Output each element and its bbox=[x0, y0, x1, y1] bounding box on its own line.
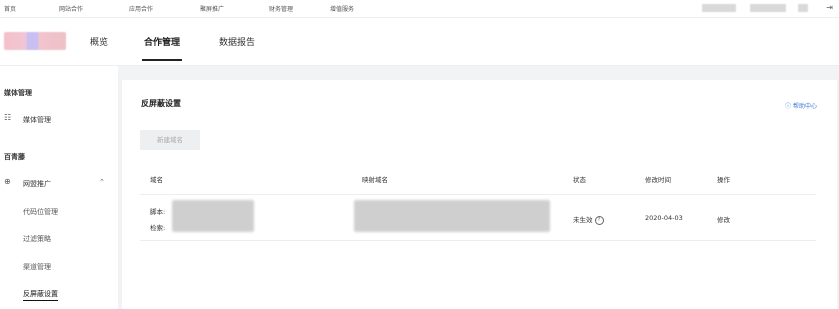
help-link-label: 帮助中心 bbox=[792, 103, 817, 110]
account-extra-redacted bbox=[798, 4, 808, 12]
topnav-finance[interactable]: 财务管理 bbox=[269, 4, 293, 13]
sidebar-item-media[interactable]: 媒体管理 bbox=[23, 115, 51, 125]
logout-icon[interactable]: ⇥ bbox=[826, 3, 833, 12]
mapped-domain-redacted bbox=[354, 200, 550, 232]
table-row-divider bbox=[140, 240, 816, 241]
header: 概览 合作管理 数据报告 bbox=[0, 18, 839, 66]
media-icon: ☷ bbox=[4, 113, 12, 122]
column-header-status: 状态 bbox=[573, 176, 586, 184]
new-domain-button[interactable]: 新建域名 bbox=[140, 130, 200, 150]
column-header-action: 操作 bbox=[717, 176, 730, 184]
help-link[interactable]: ⓘ 帮助中心 bbox=[785, 101, 817, 110]
sidebar: 媒体管理 ☷ 媒体管理 百青藤 ⊕ 网盟推广 ⌃ 代码位管理 过滤策略 渠道管理… bbox=[0, 66, 118, 309]
sidebar-sub-code-position[interactable]: 代码位管理 bbox=[23, 207, 58, 217]
column-header-domain: 域名 bbox=[150, 176, 163, 184]
sidebar-section-media: 媒体管理 bbox=[4, 89, 32, 97]
top-nav: 首页 网站合作 应用合作 聚屏推广 财务管理 增值服务 ⇥ bbox=[0, 0, 839, 18]
topnav-website-cooperation[interactable]: 网站合作 bbox=[59, 4, 83, 13]
column-header-mapped-domain: 映射域名 bbox=[362, 176, 388, 184]
edit-link[interactable]: 修改 bbox=[717, 214, 730, 224]
sidebar-sub-filter-strategy[interactable]: 过滤策略 bbox=[23, 234, 51, 244]
status-text: 未生效 bbox=[573, 216, 593, 224]
brand-logo bbox=[4, 32, 66, 50]
main-panel: 反屏蔽设置 ⓘ 帮助中心 新建域名 域名 映射域名 状态 修改时间 操作 脚本:… bbox=[122, 80, 837, 309]
active-tab-indicator bbox=[142, 59, 182, 61]
account-info-redacted bbox=[702, 4, 736, 12]
sidebar-section-baiqingteng: 百青藤 bbox=[4, 153, 25, 161]
topnav-app-cooperation[interactable]: 应用合作 bbox=[129, 4, 153, 13]
help-icon: ⓘ bbox=[785, 103, 792, 110]
page-title: 反屏蔽设置 bbox=[141, 99, 181, 108]
globe-icon: ⊕ bbox=[4, 177, 11, 186]
topnav-screen-promotion[interactable]: 聚屏推广 bbox=[200, 4, 224, 13]
account-id-redacted bbox=[750, 4, 786, 12]
modified-time: 2020-04-03 bbox=[645, 214, 683, 222]
sidebar-sub-channel[interactable]: 渠道管理 bbox=[23, 262, 51, 272]
question-circle-icon[interactable]: ? bbox=[594, 215, 604, 225]
topnav-home[interactable]: 首页 bbox=[4, 4, 16, 13]
domain-redacted bbox=[172, 200, 254, 232]
table-header-divider bbox=[140, 194, 816, 195]
domain-search-label: 检索: bbox=[150, 224, 166, 232]
tab-cooperation-management[interactable]: 合作管理 bbox=[144, 35, 180, 48]
status-badge: 未生效? bbox=[573, 214, 604, 225]
column-header-modified-time: 修改时间 bbox=[645, 176, 671, 184]
sidebar-item-alliance[interactable]: 网盟推广 bbox=[23, 179, 51, 189]
sidebar-sub-anti-blocking[interactable]: 反屏蔽设置 bbox=[23, 289, 58, 301]
tab-overview[interactable]: 概览 bbox=[90, 35, 108, 48]
tab-data-report[interactable]: 数据报告 bbox=[219, 35, 255, 48]
domain-script-label: 脚本: bbox=[150, 208, 166, 216]
topnav-value-added[interactable]: 增值服务 bbox=[330, 4, 354, 13]
chevron-up-icon[interactable]: ⌃ bbox=[99, 178, 105, 186]
